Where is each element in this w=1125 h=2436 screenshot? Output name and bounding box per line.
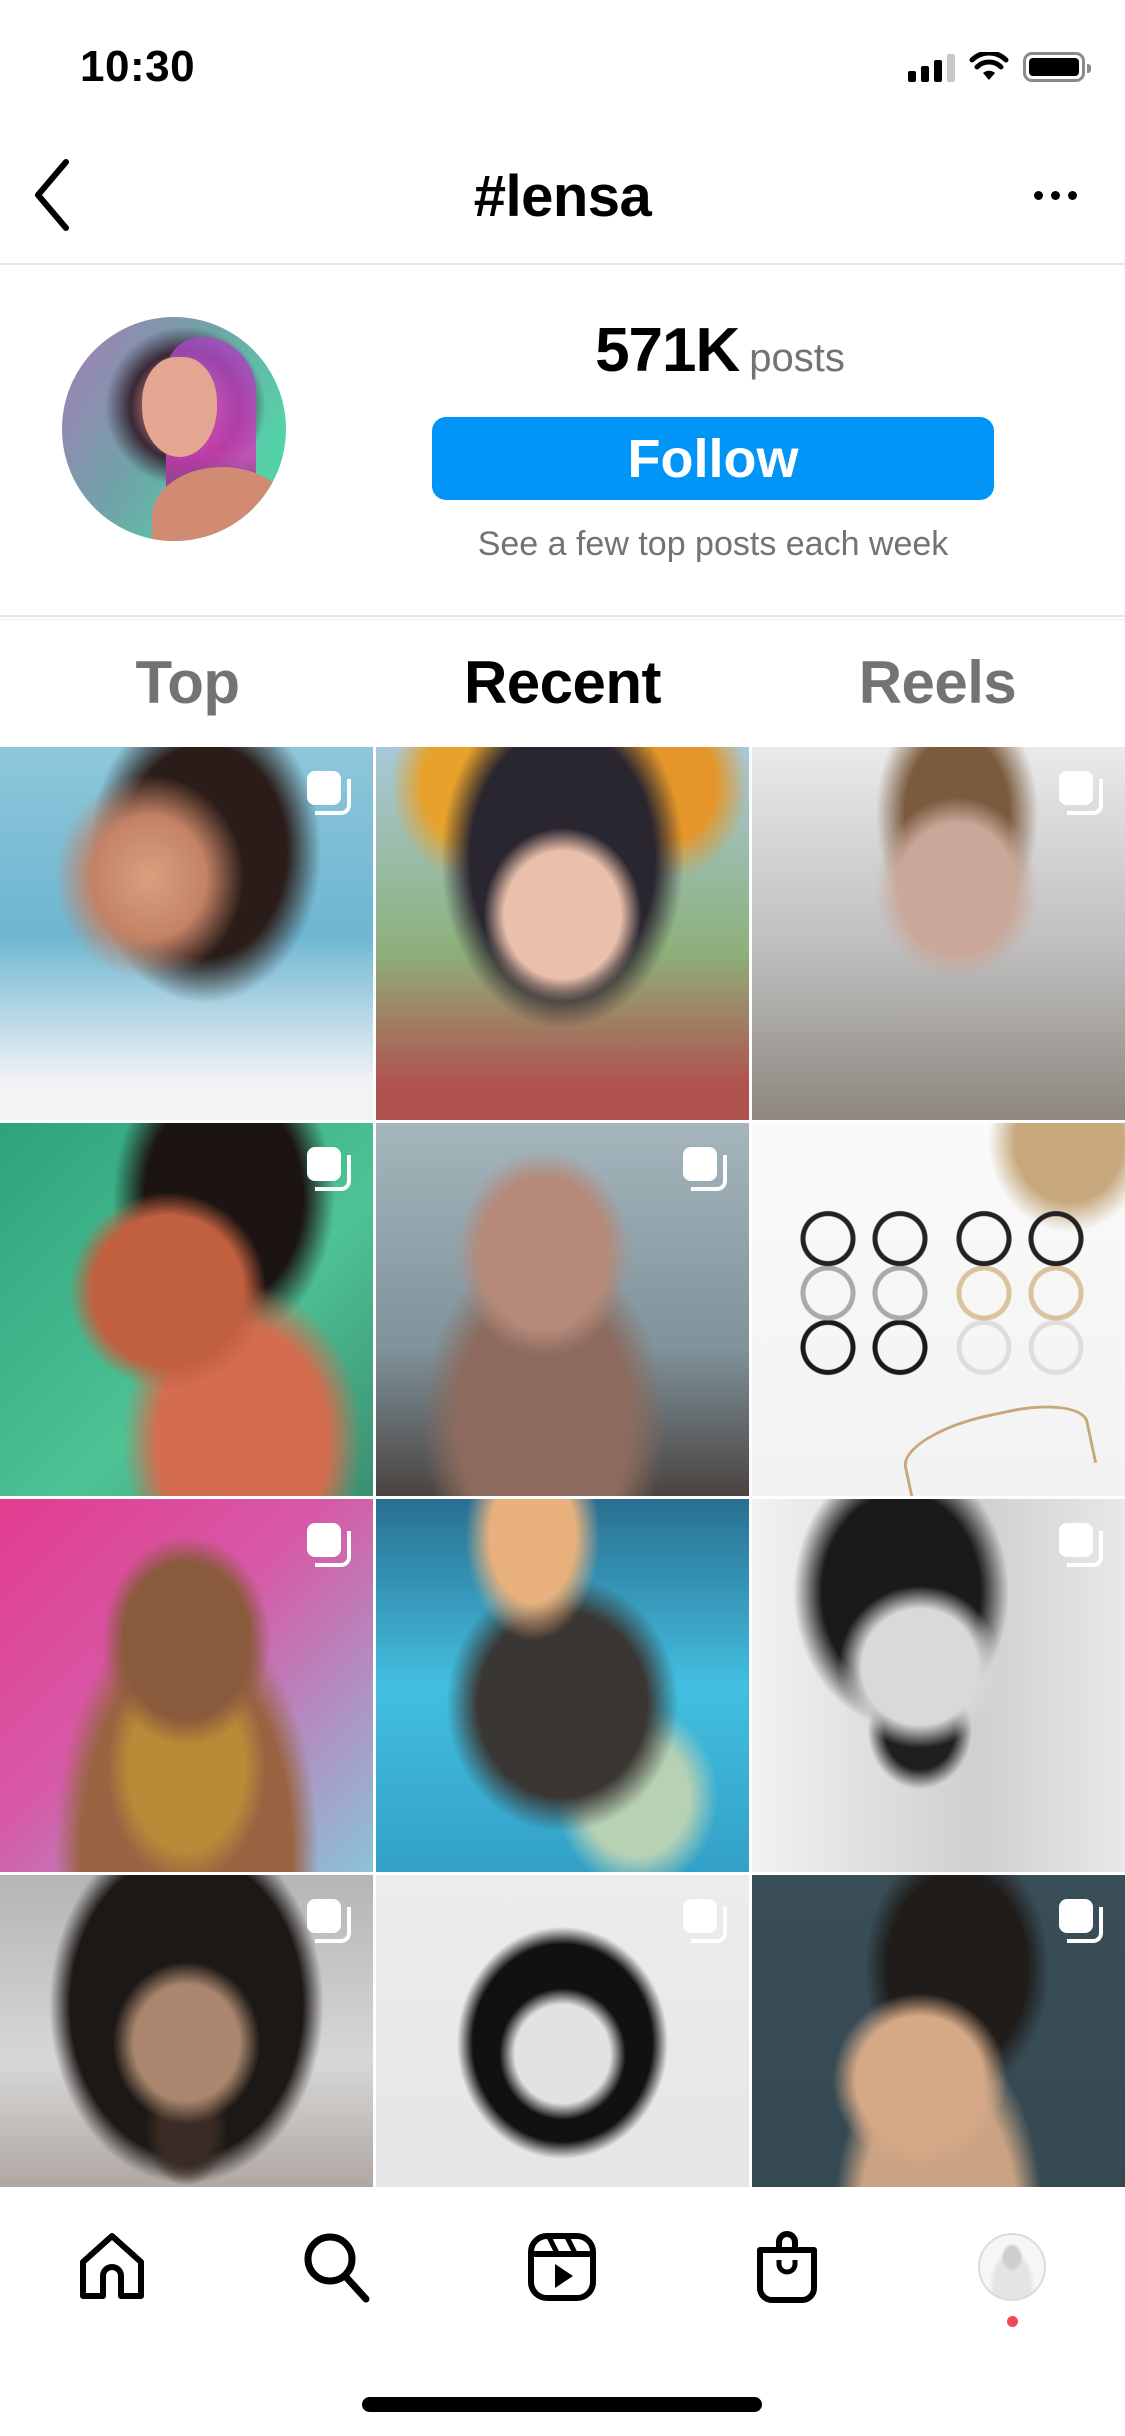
grid-post[interactable] (0, 1123, 373, 1496)
posts-count: 571K (595, 316, 740, 385)
home-icon (80, 2233, 144, 2299)
nav-header: #lensa (0, 135, 1125, 265)
tab-bar-profile[interactable] (972, 2227, 1052, 2307)
grid-post[interactable] (376, 1123, 749, 1496)
more-horizontal-icon (1033, 190, 1043, 200)
hashtag-avatar (62, 317, 286, 541)
grid-post[interactable] (376, 1499, 749, 1872)
multiple-photos-icon (307, 1147, 351, 1191)
grid-post[interactable] (376, 747, 749, 1120)
grid-post[interactable] (752, 1123, 1125, 1496)
grid-post[interactable] (0, 1499, 373, 1872)
multiple-photos-icon (1059, 1899, 1103, 1943)
profile-avatar (978, 2233, 1046, 2301)
tab-bar-shop[interactable] (747, 2227, 827, 2307)
posts-label: posts (749, 336, 845, 380)
tab-top[interactable]: Top (0, 620, 375, 747)
feed-tabs: Top Recent Reels (0, 619, 1125, 747)
post-grid (0, 747, 1125, 2187)
grid-post[interactable] (752, 1499, 1125, 1872)
multiple-photos-icon (307, 771, 351, 815)
multiple-photos-icon (307, 1899, 351, 1943)
follow-subtitle: See a few top posts each week (477, 525, 949, 563)
shopping-bag-icon (757, 2231, 817, 2303)
tab-bar-home[interactable] (72, 2227, 152, 2307)
multiple-photos-icon (683, 1899, 727, 1943)
battery-icon (1023, 52, 1091, 82)
multiple-photos-icon (683, 1147, 727, 1191)
notification-dot (1007, 2316, 1018, 2327)
tab-recent[interactable]: Recent (375, 620, 750, 747)
grid-post[interactable] (0, 747, 373, 1120)
grid-post[interactable] (752, 1875, 1125, 2187)
more-options-button[interactable] (1015, 165, 1095, 225)
home-indicator[interactable] (362, 2397, 762, 2412)
grid-post[interactable] (376, 1875, 749, 2187)
status-time: 10:30 (80, 42, 196, 91)
status-icons (908, 52, 1091, 82)
search-icon (304, 2233, 370, 2303)
follow-button[interactable]: Follow (432, 417, 994, 500)
cellular-signal-icon (908, 52, 955, 82)
tab-bar-reels[interactable] (522, 2227, 602, 2307)
wifi-icon (969, 52, 1009, 80)
multiple-photos-icon (1059, 1523, 1103, 1567)
posts-stat: 571K posts (430, 315, 1010, 386)
grid-post[interactable] (0, 1875, 373, 2187)
multiple-photos-icon (1059, 771, 1103, 815)
tab-reels[interactable]: Reels (750, 620, 1125, 747)
tab-bar-search[interactable] (297, 2227, 377, 2307)
page-title: #lensa (473, 164, 652, 229)
grid-post[interactable] (752, 747, 1125, 1120)
multiple-photos-icon (307, 1523, 351, 1567)
reels-icon (528, 2233, 596, 2301)
hashtag-info: 571K posts Follow See a few top posts eac… (0, 267, 1125, 617)
status-bar: 10:30 (0, 0, 1125, 135)
